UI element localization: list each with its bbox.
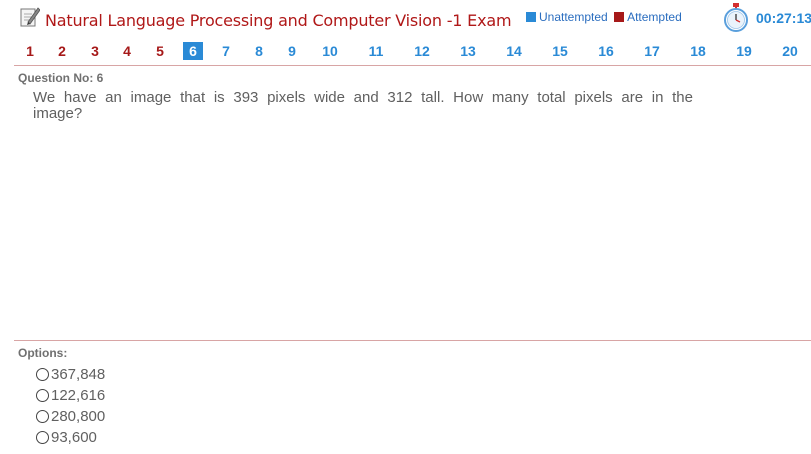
question-nav-8[interactable]: 8 bbox=[249, 42, 269, 60]
question-nav-20[interactable]: 20 bbox=[780, 42, 800, 60]
unattempted-square-icon bbox=[526, 12, 536, 22]
question-nav-10[interactable]: 10 bbox=[320, 42, 340, 60]
question-nav-1[interactable]: 1 bbox=[20, 42, 40, 60]
timer-display: 00:27:13 bbox=[756, 10, 811, 26]
option-2-label: 122,616 bbox=[51, 387, 106, 404]
legend-unattempted: Unattempted bbox=[526, 10, 611, 24]
question-nav-15[interactable]: 15 bbox=[550, 42, 570, 60]
question-nav-6[interactable]: 6 bbox=[183, 42, 203, 60]
exam-title: Natural Language Processing and Computer… bbox=[45, 11, 512, 30]
option-3-radio[interactable] bbox=[36, 410, 49, 423]
stopwatch-icon bbox=[724, 3, 748, 32]
question-text: We have an image that is 393 pixels wide… bbox=[33, 89, 693, 122]
options-list: 367,848 122,616 280,800 93,600 bbox=[36, 364, 105, 448]
question-nav-9[interactable]: 9 bbox=[282, 42, 302, 60]
question-nav-11[interactable]: 11 bbox=[366, 42, 386, 60]
exam-header: Natural Language Processing and Computer… bbox=[0, 0, 811, 38]
legend-attempted-label: Attempted bbox=[627, 10, 682, 24]
question-nav-17[interactable]: 17 bbox=[642, 42, 662, 60]
question-navigation: 1 2 3 4 5 6 7 8 9 10 11 12 13 14 15 16 17 18 19 20 bbox=[0, 40, 811, 64]
question-nav-16[interactable]: 16 bbox=[596, 42, 616, 60]
option-4-radio[interactable] bbox=[36, 431, 49, 444]
option-2-radio[interactable] bbox=[36, 389, 49, 402]
question-nav-4[interactable]: 4 bbox=[117, 42, 137, 60]
status-legend: Unattempted Attempted bbox=[526, 10, 685, 24]
question-nav-3[interactable]: 3 bbox=[85, 42, 105, 60]
exam-pencil-icon bbox=[20, 7, 40, 27]
option-1[interactable]: 367,848 bbox=[36, 364, 105, 385]
option-3-label: 280,800 bbox=[51, 408, 106, 425]
question-nav-2[interactable]: 2 bbox=[52, 42, 72, 60]
question-nav-7[interactable]: 7 bbox=[216, 42, 236, 60]
options-divider bbox=[14, 340, 811, 341]
legend-attempted: Attempted bbox=[614, 10, 682, 24]
question-nav-12[interactable]: 12 bbox=[412, 42, 432, 60]
attempted-square-icon bbox=[614, 12, 625, 22]
option-2[interactable]: 122,616 bbox=[36, 385, 105, 406]
question-nav-19[interactable]: 19 bbox=[734, 42, 754, 60]
option-4-label: 93,600 bbox=[51, 429, 97, 446]
header-divider bbox=[14, 65, 811, 66]
option-4[interactable]: 93,600 bbox=[36, 427, 105, 448]
option-1-radio[interactable] bbox=[36, 368, 49, 381]
options-label: Options: bbox=[18, 346, 68, 360]
question-nav-13[interactable]: 13 bbox=[458, 42, 478, 60]
legend-unattempted-label: Unattempted bbox=[539, 10, 608, 24]
question-nav-18[interactable]: 18 bbox=[688, 42, 708, 60]
question-nav-14[interactable]: 14 bbox=[504, 42, 524, 60]
option-3[interactable]: 280,800 bbox=[36, 406, 105, 427]
option-1-label: 367,848 bbox=[51, 366, 106, 383]
question-nav-5[interactable]: 5 bbox=[150, 42, 170, 60]
question-number: Question No: 6 bbox=[18, 71, 104, 85]
